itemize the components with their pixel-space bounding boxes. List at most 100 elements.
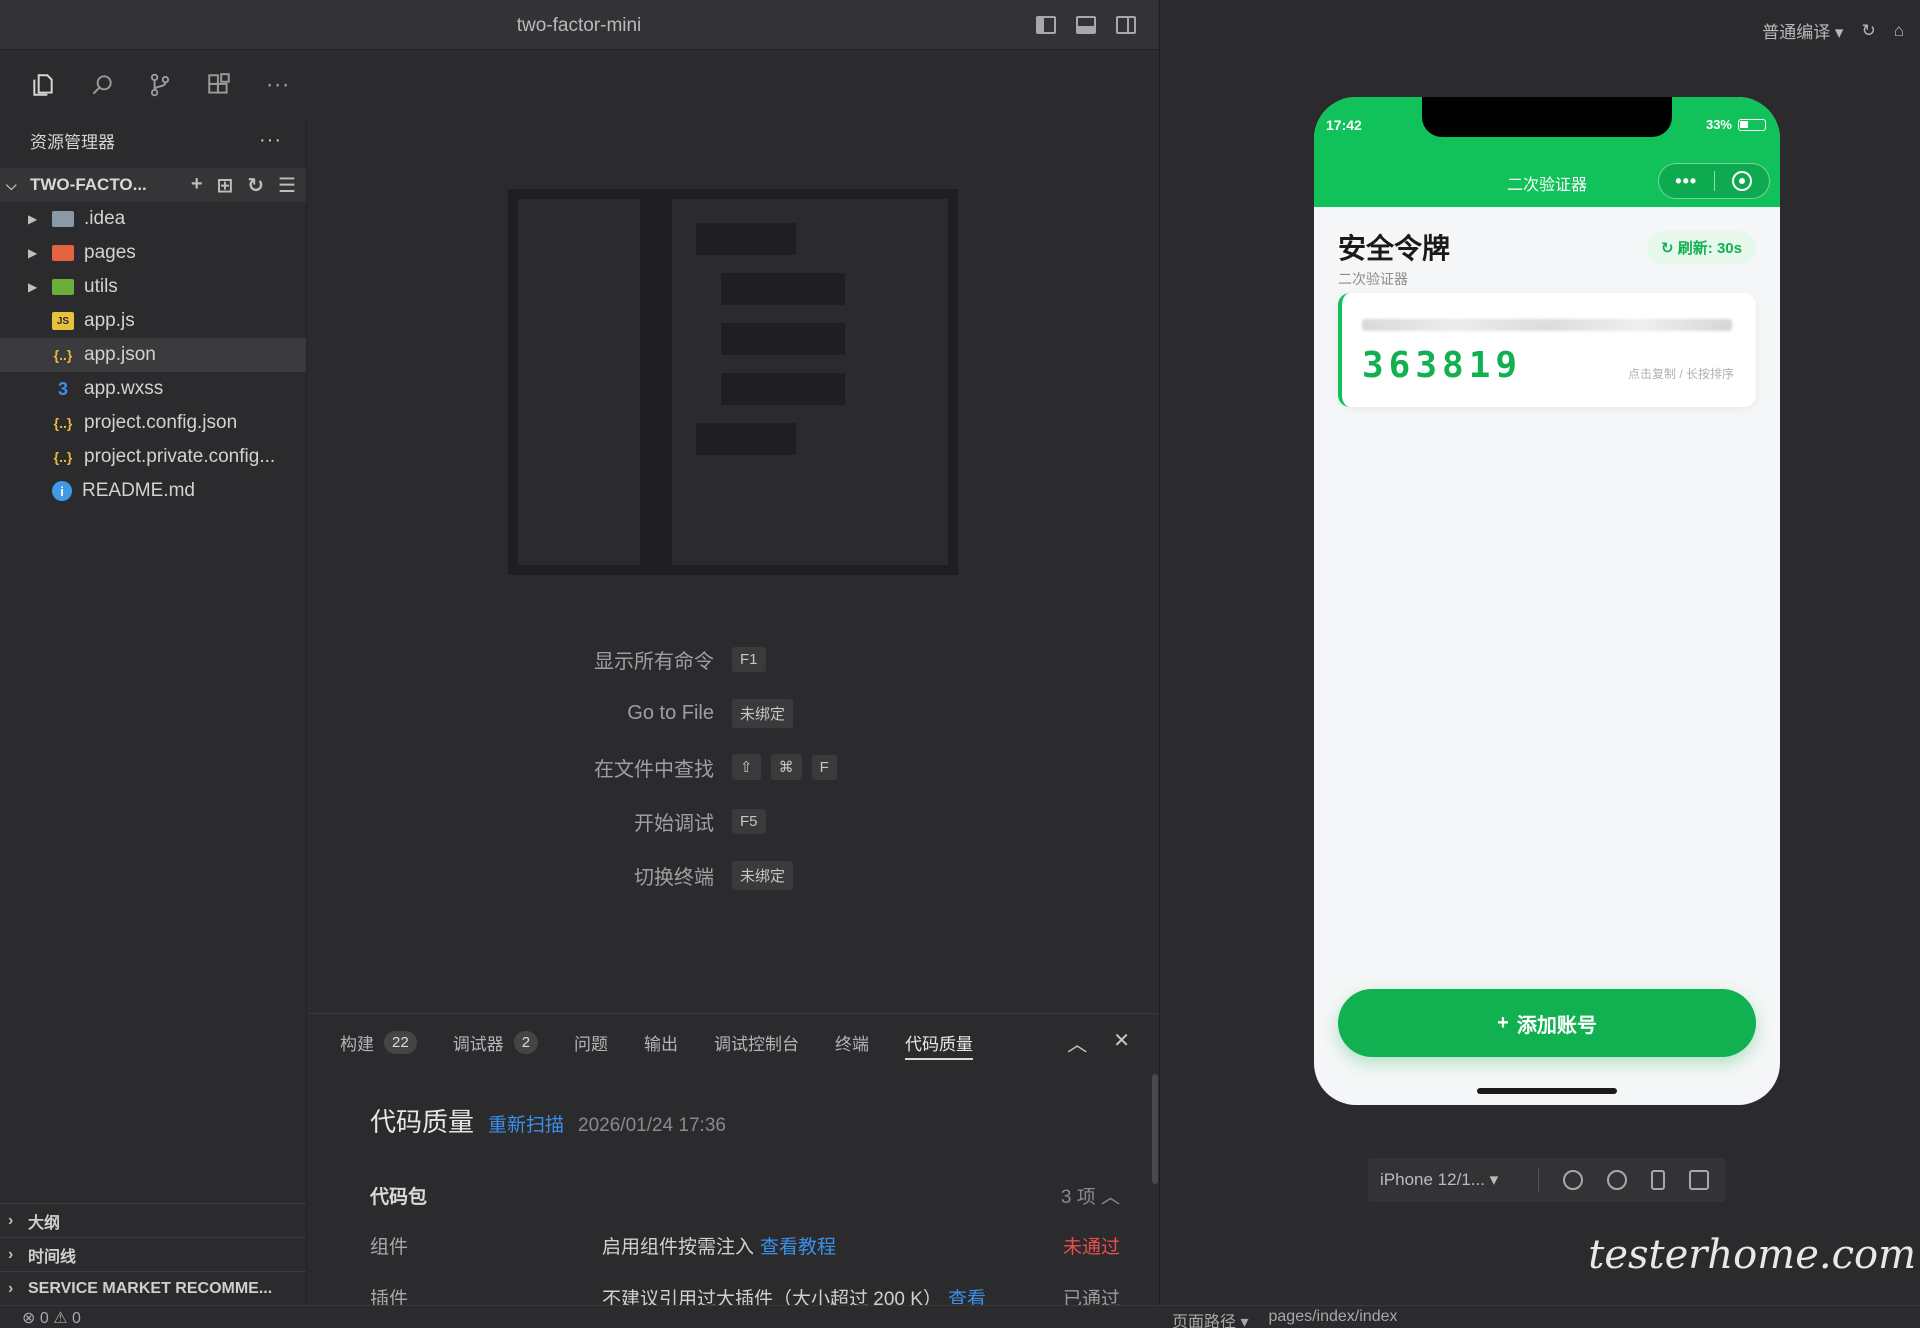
panel-tab[interactable]: 调试控制台 <box>714 1014 799 1070</box>
mini-program-capsule[interactable]: ••• <box>1658 163 1770 199</box>
package-section[interactable]: 代码包 3 项 ︿ <box>370 1182 1120 1209</box>
search-icon[interactable] <box>73 65 132 105</box>
file-tree-item[interactable]: JS app.js <box>0 304 306 338</box>
key-badge: F5 <box>732 808 766 834</box>
folder-icon <box>52 245 74 261</box>
file-name: project.private.config... <box>84 446 276 467</box>
tab-label: 代码质量 <box>905 1034 974 1054</box>
shortcut-row[interactable]: 切换终端 未绑定 <box>308 848 1158 902</box>
device-toolbar: iPhone 12/1... ▾ <box>1368 1158 1726 1202</box>
shortcut-row[interactable]: 开始调试 F5 <box>308 794 1158 848</box>
home-indicator <box>1477 1088 1617 1094</box>
tab-label: 构建 <box>340 1034 374 1054</box>
record-icon[interactable] <box>1607 1170 1627 1190</box>
device-select[interactable]: iPhone 12/1... ▾ <box>1380 1170 1530 1190</box>
panel-tab[interactable]: 输出 <box>644 1014 678 1070</box>
outline-section[interactable]: › 大纲 <box>0 1203 306 1237</box>
shortcut-label: 显示所有命令 <box>594 650 714 673</box>
new-folder-icon[interactable]: ⊞ <box>217 173 234 198</box>
file-tree-item[interactable]: i README.md <box>0 474 306 508</box>
menu-dots-icon[interactable]: ••• <box>1659 171 1714 192</box>
phone-time: 17:42 <box>1326 117 1362 133</box>
file-tree-item[interactable]: {..} app.json <box>0 338 306 372</box>
info-icon: i <box>52 481 72 501</box>
file-tree-item[interactable]: ▶ utils <box>0 270 306 304</box>
more-icon[interactable]: ··· <box>248 65 307 105</box>
refresh-icon[interactable]: ↻ <box>247 173 264 198</box>
panel-tab[interactable]: 构建 22 <box>340 1014 417 1070</box>
toggle-sidebar-icon[interactable] <box>1036 16 1056 34</box>
window-title: two-factor-mini <box>516 15 642 36</box>
phone-icon[interactable] <box>1651 1170 1665 1190</box>
file-tree-item[interactable]: {..} project.config.json <box>0 406 306 440</box>
tab-label: 调试控制台 <box>714 1034 800 1054</box>
file-name: app.wxss <box>84 378 164 399</box>
maximize-panel-icon[interactable]: ︿ <box>1067 1028 1087 1057</box>
collapse-all-icon[interactable]: ☰ <box>278 173 296 198</box>
status-badge: 未通过 <box>1062 1237 1120 1258</box>
panel-tab[interactable]: 调试器 2 <box>453 1014 539 1070</box>
rescan-link[interactable]: 重新扫描 <box>488 1110 564 1137</box>
explorer-title: 资源管理器 <box>30 132 115 152</box>
explorer-more-icon[interactable]: ··· <box>259 129 282 152</box>
count-badge: 22 <box>384 1030 417 1054</box>
chevron-right-icon: ▶ <box>28 212 38 226</box>
key-badge: F1 <box>732 646 766 672</box>
phone-screen: 17:42 33% 二次验证器 ••• 安全令牌 二次验证器 ↻ 刷新: 30s… <box>1314 97 1780 1105</box>
refresh-badge: ↻ 刷新: 30s <box>1647 231 1756 264</box>
reload-icon[interactable]: ↻ <box>1861 21 1875 41</box>
project-name: TWO-FACTO... <box>30 175 147 194</box>
file-tree: ▶ .idea ▶ pages ▶ utils JS app.js {..} app.json 3 a… <box>0 202 306 508</box>
status-bar: ⊗ 0 ⚠ 0 页面路径 ▾ pages/index/index <box>0 1305 1920 1328</box>
shortcut-label: 切换终端 <box>634 866 714 889</box>
key-badge: 未绑定 <box>732 860 794 890</box>
close-panel-icon[interactable]: ✕ <box>1113 1028 1130 1057</box>
quality-title: 代码质量 <box>370 1107 475 1137</box>
page-path-label[interactable]: 页面路径 ▾ <box>1172 1308 1249 1328</box>
explorer-icon[interactable] <box>14 65 73 105</box>
panel-tab[interactable]: 问题 <box>574 1014 608 1070</box>
row-value: 启用组件按需注入 <box>602 1237 755 1258</box>
token-card[interactable]: 363819 点击复制 / 长按排序 <box>1338 293 1756 407</box>
panel-tab[interactable]: 终端 <box>835 1014 869 1070</box>
window-icon[interactable] <box>1689 1170 1709 1190</box>
timeline-section[interactable]: › 时间线 <box>0 1237 306 1271</box>
section-count: 3 项 ︿ <box>1060 1187 1120 1208</box>
chevron-right-icon: ▶ <box>28 246 38 260</box>
battery-icon <box>1738 118 1766 131</box>
key-badge: ⇧ <box>732 754 761 780</box>
section-label: 大纲 <box>28 1214 61 1232</box>
toggle-panel-icon[interactable] <box>1076 16 1096 34</box>
panel-tab[interactable]: 代码质量 <box>905 1014 974 1070</box>
file-tree-item[interactable]: ▶ .idea <box>0 202 306 236</box>
shortcut-row[interactable]: 显示所有命令 F1 <box>308 632 1158 686</box>
shortcut-label: 开始调试 <box>634 812 714 835</box>
editor-area: 显示所有命令 F1 Go to File 未绑定 在文件中查找 ⇧ ⌘ F 开始调试 F5 切换终端… <box>308 50 1158 1013</box>
source-control-icon[interactable] <box>131 65 190 105</box>
key-badge: F <box>811 754 837 780</box>
problems-count[interactable]: ⊗ 0 ⚠ 0 <box>22 1308 81 1328</box>
panel-scrollbar[interactable] <box>1152 1074 1158 1184</box>
add-account-button[interactable]: + 添加账号 <box>1338 989 1756 1057</box>
js-file-icon: JS <box>52 312 74 330</box>
extensions-icon[interactable] <box>190 65 249 105</box>
file-tree-item[interactable]: {..} project.private.config... <box>0 440 306 474</box>
rotate-icon[interactable] <box>1563 1170 1583 1190</box>
service-market-section[interactable]: › SERVICE MARKET RECOMME... <box>0 1271 306 1305</box>
view-link[interactable]: 查看 <box>948 1289 986 1305</box>
otp-code[interactable]: 363819 <box>1362 345 1522 386</box>
toggle-simulator-icon[interactable] <box>1116 16 1136 34</box>
close-capsule-icon[interactable] <box>1714 171 1769 191</box>
compile-mode-select[interactable]: 普通编译 ▾ <box>1762 18 1843 43</box>
file-tree-item[interactable]: ▶ pages <box>0 236 306 270</box>
row-value: 不建议引用过大插件（大小超过 200 K） <box>602 1289 942 1305</box>
shortcut-row[interactable]: 在文件中查找 ⇧ ⌘ F <box>308 740 1158 794</box>
file-tree-item[interactable]: 3 app.wxss <box>0 372 306 406</box>
file-name: utils <box>84 276 118 297</box>
shortcut-row[interactable]: Go to File 未绑定 <box>308 686 1158 740</box>
clear-cache-icon[interactable]: ⌂ <box>1894 21 1904 41</box>
new-file-icon[interactable]: + <box>191 173 203 198</box>
battery-indicator: 33% <box>1706 117 1766 132</box>
tutorial-link[interactable]: 查看教程 <box>760 1237 836 1258</box>
project-root[interactable]: ⌵ TWO-FACTO... + ⊞ ↻ ☰ <box>0 168 306 202</box>
